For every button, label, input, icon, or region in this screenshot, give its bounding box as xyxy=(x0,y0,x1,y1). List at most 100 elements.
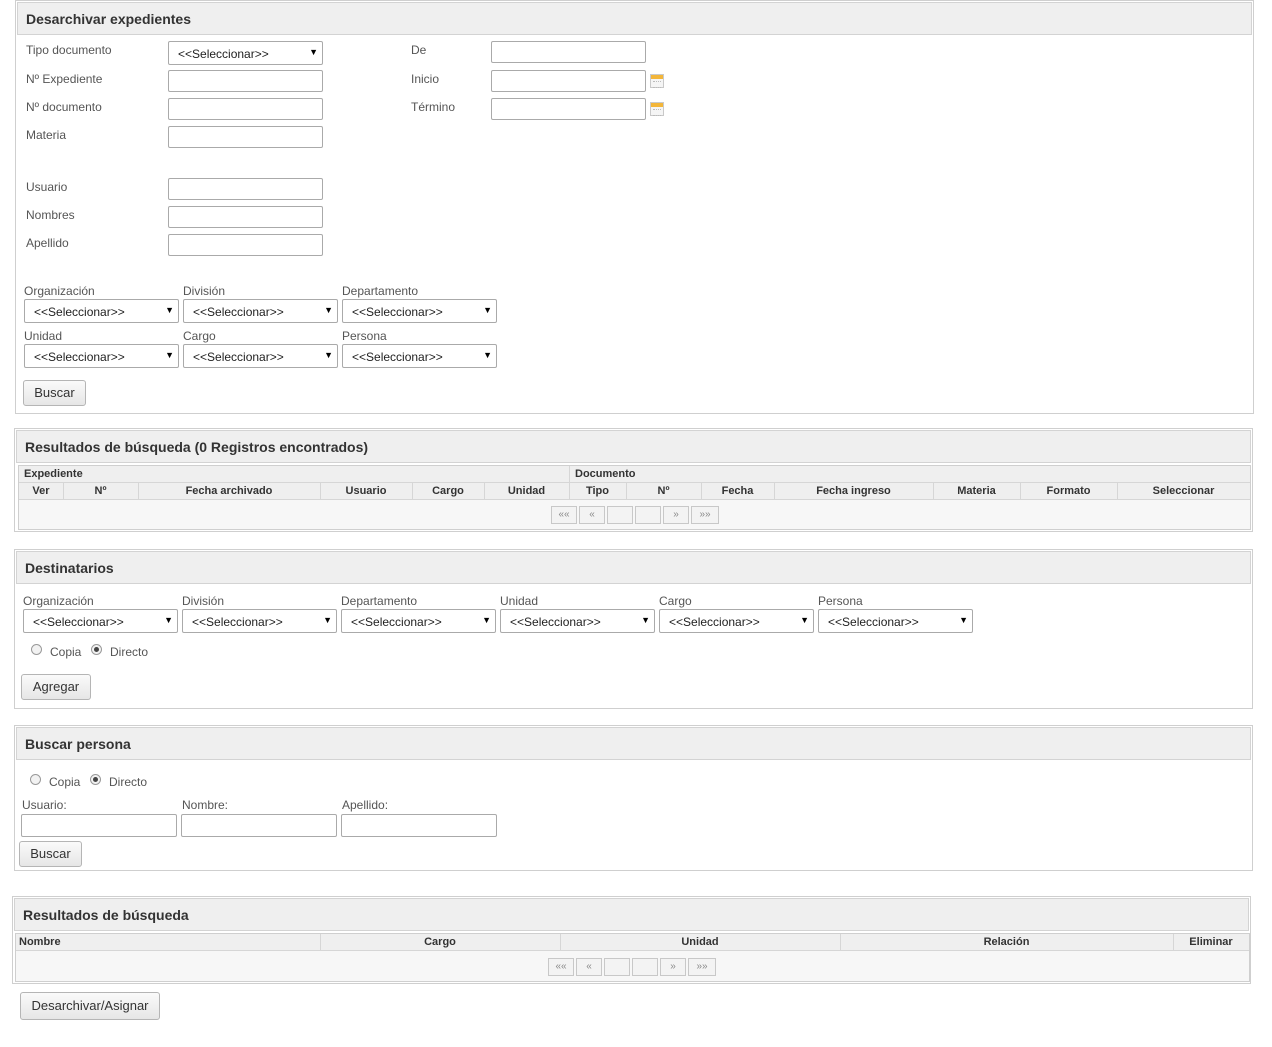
materia-input[interactable] xyxy=(168,126,323,148)
dest-persona-select[interactable]: <<Seleccionar>> ▼ xyxy=(818,609,973,633)
dest-cargo-select[interactable]: <<Seleccionar>> ▼ xyxy=(659,609,814,633)
calendar-icon[interactable] xyxy=(650,102,664,116)
next-page-button[interactable]: » xyxy=(663,506,689,524)
unidad-select[interactable]: <<Seleccionar>> ▼ xyxy=(24,344,179,368)
calendar-icon[interactable] xyxy=(650,74,664,88)
bp-directo-radio[interactable] xyxy=(90,774,101,785)
resultados-personas-header: Resultados de búsqueda xyxy=(14,898,1249,931)
destinatarios-panel: Destinatarios Organización <<Seleccionar… xyxy=(14,549,1253,709)
departamento-select[interactable]: <<Seleccionar>> ▼ xyxy=(342,299,497,323)
buscar-persona-panel: Buscar persona Copia Directo Usuario: No… xyxy=(14,725,1253,871)
tipo-documento-select[interactable]: <<Seleccionar>> ▼ xyxy=(168,41,323,65)
col-fecha-archivado: Fecha archivado xyxy=(185,485,273,497)
cargo-label: Cargo xyxy=(183,329,216,343)
chevron-down-icon: ▼ xyxy=(483,350,492,360)
last-page-button[interactable]: »» xyxy=(688,958,716,976)
persona-select[interactable]: <<Seleccionar>> ▼ xyxy=(342,344,497,368)
pager: «« « » »» xyxy=(548,958,716,976)
departamento-label: Departamento xyxy=(342,284,419,298)
agregar-button[interactable]: Agregar xyxy=(21,674,91,700)
destinatarios-title: Destinatarios xyxy=(25,560,114,576)
bp-buscar-button[interactable]: Buscar xyxy=(19,841,82,867)
bp-copia-radio[interactable] xyxy=(30,774,41,785)
usuario-input[interactable] xyxy=(168,178,323,200)
prev-page-button[interactable]: « xyxy=(579,506,605,524)
resultados-expedientes-title: Resultados de búsqueda (0 Registros enco… xyxy=(25,439,369,455)
page-total xyxy=(635,506,661,524)
cargo-select[interactable]: <<Seleccionar>> ▼ xyxy=(183,344,338,368)
division-label: División xyxy=(183,284,226,298)
n-expediente-input[interactable] xyxy=(168,70,323,92)
col-fecha: Fecha xyxy=(721,485,754,497)
dest-organizacion-label: Organización xyxy=(23,594,94,608)
nombres-label: Nombres xyxy=(26,208,75,222)
dest-persona-label: Persona xyxy=(818,594,863,608)
dest-unidad-label: Unidad xyxy=(500,594,539,608)
group-documento: Documento xyxy=(575,468,636,480)
last-page-button[interactable]: »» xyxy=(691,506,719,524)
desarchivar-asignar-button[interactable]: Desarchivar/Asignar xyxy=(20,992,160,1020)
col-n-expediente: Nº xyxy=(94,485,107,497)
de-input[interactable] xyxy=(491,41,646,63)
de-label: De xyxy=(411,43,427,57)
next-page-button[interactable]: » xyxy=(660,958,686,976)
inicio-label: Inicio xyxy=(411,72,440,86)
directo-radio[interactable] xyxy=(91,644,102,655)
buscar-button[interactable]: Buscar xyxy=(23,380,86,406)
resultados-personas-table: Nombre Cargo Unidad Relación Eliminar ««… xyxy=(15,933,1250,982)
apellido-input[interactable] xyxy=(168,234,323,256)
col-formato: Formato xyxy=(1046,485,1091,497)
first-page-button[interactable]: «« xyxy=(548,958,574,976)
n-documento-input[interactable] xyxy=(168,98,323,120)
materia-label: Materia xyxy=(26,128,67,142)
copia-label: Copia xyxy=(50,645,82,659)
division-select[interactable]: <<Seleccionar>> ▼ xyxy=(183,299,338,323)
copia-radio[interactable] xyxy=(31,644,42,655)
bp-apellido-input[interactable] xyxy=(341,814,497,837)
col-nombre: Nombre xyxy=(19,936,61,948)
col-unidad: Unidad xyxy=(507,485,546,497)
dest-departamento-select[interactable]: <<Seleccionar>> ▼ xyxy=(341,609,496,633)
bp-usuario-label: Usuario: xyxy=(22,798,67,812)
directo-label: Directo xyxy=(110,645,149,659)
col-n-documento: Nº xyxy=(657,485,670,497)
chevron-down-icon: ▼ xyxy=(324,305,333,315)
tipo-documento-label: Tipo documento xyxy=(26,43,112,57)
termino-date-input[interactable] xyxy=(491,98,646,120)
chevron-down-icon: ▼ xyxy=(309,47,318,57)
page-number-input[interactable] xyxy=(604,958,630,976)
chevron-down-icon: ▼ xyxy=(323,615,332,625)
prev-page-button[interactable]: « xyxy=(576,958,602,976)
desarchivar-title: Desarchivar expedientes xyxy=(26,11,191,27)
bp-nombre-input[interactable] xyxy=(181,814,337,837)
col-ver: Ver xyxy=(32,485,50,497)
buscar-persona-title: Buscar persona xyxy=(25,736,131,752)
col-usuario: Usuario xyxy=(345,485,387,497)
col-relacion: Relación xyxy=(983,936,1030,948)
persona-label: Persona xyxy=(342,329,387,343)
nombres-input[interactable] xyxy=(168,206,323,228)
usuario-label: Usuario xyxy=(26,180,68,194)
inicio-date-input[interactable] xyxy=(491,70,646,92)
unidad-label: Unidad xyxy=(24,329,63,343)
termino-label: Término xyxy=(411,100,456,114)
dest-cargo-label: Cargo xyxy=(659,594,692,608)
chevron-down-icon: ▼ xyxy=(800,615,809,625)
organizacion-select[interactable]: <<Seleccionar>> ▼ xyxy=(24,299,179,323)
destinatarios-header: Destinatarios xyxy=(16,551,1251,584)
resultados-personas-panel: Resultados de búsqueda Nombre Cargo Unid… xyxy=(12,896,1251,984)
desarchivar-header: Desarchivar expedientes xyxy=(17,2,1252,35)
first-page-button[interactable]: «« xyxy=(551,506,577,524)
resultados-personas-title: Resultados de búsqueda xyxy=(23,907,189,923)
dest-unidad-select[interactable]: <<Seleccionar>> ▼ xyxy=(500,609,655,633)
dest-organizacion-select[interactable]: <<Seleccionar>> ▼ xyxy=(23,609,178,633)
dest-departamento-label: Departamento xyxy=(341,594,418,608)
bp-nombre-label: Nombre: xyxy=(182,798,229,812)
page-number-input[interactable] xyxy=(607,506,633,524)
n-documento-label: Nº documento xyxy=(26,100,102,114)
bp-usuario-input[interactable] xyxy=(21,814,177,837)
col-tipo: Tipo xyxy=(585,485,609,497)
bp-copia-label: Copia xyxy=(49,775,81,789)
dest-division-select[interactable]: <<Seleccionar>> ▼ xyxy=(182,609,337,633)
organizacion-label: Organización xyxy=(24,284,95,298)
